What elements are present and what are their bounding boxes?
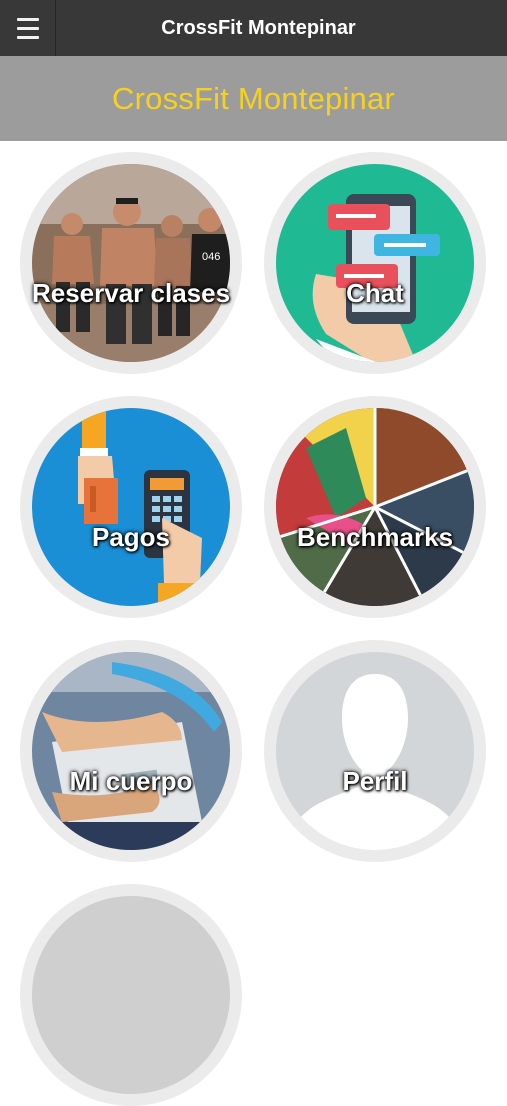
chat-bubbles-phone-icon <box>276 164 474 362</box>
sports-collage-photo <box>276 408 474 606</box>
tile-mi-cuerpo[interactable]: Mi cuerpo <box>20 640 242 862</box>
tile-label: Benchmarks <box>296 522 454 552</box>
tile-benchmarks[interactable]: Benchmarks <box>264 396 486 618</box>
tile-label: Mi cuerpo <box>69 766 193 796</box>
hamburger-menu-button[interactable] <box>0 0 56 56</box>
gym-banner: CrossFit Montepinar <box>0 56 507 141</box>
card-payment-terminal-icon <box>32 408 230 606</box>
bathroom-scale-photo <box>32 652 230 850</box>
banner-title: CrossFit Montepinar <box>112 81 395 116</box>
tile-label: Reservar clases <box>31 278 231 308</box>
profile-silhouette-icon <box>276 652 474 850</box>
hamburger-menu-icon <box>17 18 39 21</box>
tile-label: Perfil <box>342 766 408 796</box>
athletes-running-photo: 046 <box>32 164 230 362</box>
tile-label: Chat <box>346 278 404 308</box>
top-app-bar: CrossFit Montepinar <box>0 0 507 56</box>
tile-reservar-clases[interactable]: 046 Reservar clases <box>20 152 242 374</box>
tile-chat[interactable]: Chat <box>264 152 486 374</box>
tile-pagos[interactable]: Pagos <box>20 396 242 618</box>
tile-partial[interactable] <box>20 884 242 1106</box>
svg-text:046: 046 <box>202 251 220 263</box>
hamburger-menu-icon-line <box>17 36 39 39</box>
tile-label: Pagos <box>91 522 171 552</box>
tile-perfil[interactable]: Perfil <box>264 640 486 862</box>
app-title: CrossFit Montepinar <box>161 17 356 39</box>
hamburger-menu-icon-line <box>17 27 39 30</box>
tile-partial-disc <box>32 896 230 1094</box>
